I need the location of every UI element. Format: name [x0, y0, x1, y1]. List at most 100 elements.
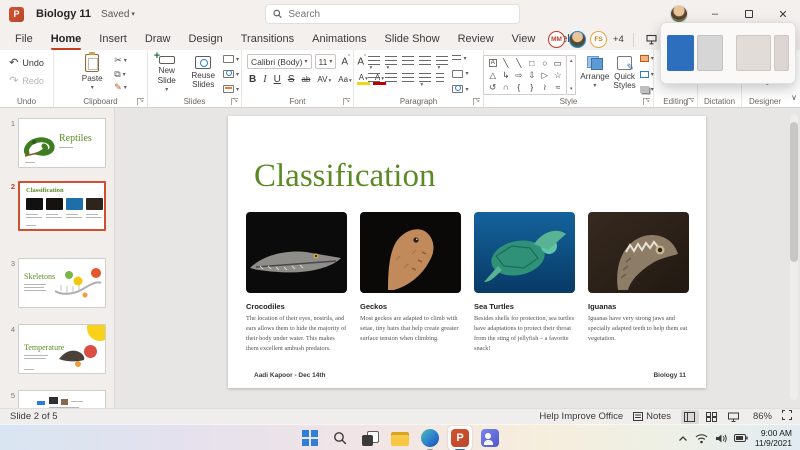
bullets-button[interactable] — [368, 56, 381, 66]
shape-outline-button[interactable] — [639, 70, 654, 78]
text-direction-button[interactable] — [452, 55, 468, 62]
undo-button[interactable]: ↶ Undo — [5, 54, 48, 71]
reset-slide-button[interactable] — [222, 70, 239, 78]
shape-glyph[interactable]: { — [517, 83, 520, 92]
slide-card-sea-turtles[interactable]: Sea Turtles Besides shells for protectio… — [474, 212, 575, 354]
shape-glyph[interactable]: ↺ — [489, 83, 496, 92]
shape-glyph[interactable]: ≀ — [543, 83, 546, 92]
collaborator-avatar[interactable] — [569, 31, 586, 48]
style-dialog-launcher[interactable] — [643, 98, 650, 105]
redo-button[interactable]: ↷ Redo — [5, 72, 48, 89]
notes-toggle[interactable]: Notes — [633, 411, 671, 422]
shape-glyph[interactable]: ☆ — [554, 71, 562, 80]
tab-animations[interactable]: Animations — [303, 28, 375, 50]
slide-card-geckos[interactable]: Geckos Most geckos are adapted to climb … — [360, 212, 461, 354]
shape-glyph[interactable]: ⇨ — [515, 71, 522, 80]
teams-button[interactable] — [478, 426, 502, 450]
shape-glyph[interactable]: ∩ — [503, 83, 509, 92]
thumbnail-card[interactable]: Reptiles — [18, 118, 106, 168]
clipboard-dialog-launcher[interactable] — [137, 98, 144, 105]
shape-glyph[interactable]: □ — [529, 59, 534, 68]
paste-button[interactable]: Paste ▾ — [74, 52, 110, 94]
shape-glyph[interactable]: ○ — [542, 59, 547, 68]
shape-glyph[interactable]: ≈ — [555, 83, 560, 92]
tab-review[interactable]: Review — [449, 28, 503, 50]
scrollbar-thumb[interactable] — [790, 122, 798, 262]
slide-title[interactable]: Classification — [228, 116, 706, 195]
slide-card-crocodiles[interactable]: Crocodiles The location of their eyes, n… — [246, 212, 347, 354]
columns-button[interactable] — [436, 73, 445, 83]
shape-glyph[interactable]: ╲ — [503, 59, 508, 68]
character-spacing-button[interactable]: AV — [315, 75, 333, 84]
smartart-button[interactable] — [452, 85, 468, 93]
shape-effects-button[interactable] — [639, 86, 654, 93]
align-right-button[interactable] — [402, 73, 415, 83]
paragraph-dialog-launcher[interactable] — [473, 98, 480, 105]
volume-button[interactable] — [715, 433, 727, 444]
cut-button[interactable]: ✂ — [114, 55, 127, 66]
format-painter-button[interactable]: ✎ — [114, 82, 127, 93]
shape-glyph[interactable]: } — [530, 83, 533, 92]
variant-swatch-blue[interactable] — [667, 35, 695, 71]
more-collaborators[interactable]: +4 — [613, 34, 624, 45]
saved-status-dropdown[interactable]: Saved ▾ — [101, 9, 135, 20]
tab-slide-show[interactable]: Slide Show — [376, 28, 449, 50]
line-spacing-button[interactable] — [436, 56, 449, 66]
font-dialog-launcher[interactable] — [343, 98, 350, 105]
shapes-gallery[interactable]: A ╲ ╲ □ ○ ▭ △ ↳ ⇨ ⇩ ▷ ☆ ↺ ∩ { } ≀ ≈ — [483, 55, 568, 95]
file-explorer-button[interactable] — [388, 426, 412, 450]
quick-styles-button[interactable]: Quick Styles — [613, 54, 636, 94]
editing-dialog-launcher[interactable] — [687, 98, 694, 105]
new-slide-button[interactable]: New Slide ▾ — [150, 50, 183, 94]
shape-glyph[interactable]: △ — [490, 71, 497, 80]
start-button[interactable] — [298, 426, 322, 450]
justify-button[interactable] — [419, 73, 432, 83]
slide-thumbnail-1[interactable]: 1 Reptiles — [4, 118, 112, 168]
normal-view-button[interactable] — [680, 409, 699, 424]
thumbnail-card[interactable]: Temperature — [18, 324, 106, 374]
arrange-button[interactable]: Arrange ▾ — [580, 54, 609, 94]
slide-thumbnail-3[interactable]: 3 Skeletons — [4, 258, 112, 308]
shape-glyph[interactable]: A — [488, 58, 497, 68]
copy-button[interactable]: ⧉ — [114, 69, 127, 80]
increase-font-size-button[interactable]: A — [339, 55, 352, 68]
shape-glyph[interactable]: ↳ — [502, 71, 509, 80]
font-size-combo[interactable]: 11 — [314, 54, 337, 69]
section-button[interactable] — [222, 85, 239, 93]
vertical-scrollbar[interactable] — [790, 114, 798, 400]
tab-insert[interactable]: Insert — [90, 28, 136, 50]
search-bar[interactable] — [265, 4, 520, 24]
variant-swatch-beige[interactable] — [736, 35, 772, 71]
tab-design[interactable]: Design — [179, 28, 231, 50]
battery-button[interactable] — [733, 434, 748, 442]
user-avatar[interactable] — [670, 5, 688, 23]
slide-sorter-view-button[interactable] — [703, 410, 721, 424]
slide-thumbnail-2[interactable]: 2 Classification — [4, 181, 112, 231]
tab-home[interactable]: Home — [42, 28, 91, 50]
tab-draw[interactable]: Draw — [136, 28, 180, 50]
change-case-button[interactable]: Aa — [336, 75, 354, 84]
slide-thumbnail-4[interactable]: 4 Temperature — [4, 324, 112, 374]
powerpoint-taskbar-button[interactable]: P — [448, 426, 472, 450]
font-name-combo[interactable]: Calibri (Body) — [247, 54, 312, 69]
slide-card-iguanas[interactable]: Iguanas Iguanas have very strong jaws an… — [588, 212, 689, 354]
search-input[interactable] — [288, 8, 512, 20]
tab-transitions[interactable]: Transitions — [232, 28, 303, 50]
thumbnail-card-selected[interactable]: Classification — [18, 181, 106, 231]
align-text-button[interactable] — [452, 69, 468, 78]
shape-glyph[interactable]: ▭ — [554, 59, 562, 68]
taskbar-clock[interactable]: 9:00 AM 11/9/2021 — [755, 428, 796, 448]
underline-button[interactable]: U — [272, 74, 283, 85]
slideshow-view-button[interactable] — [725, 410, 743, 424]
shape-glyph[interactable]: ⇩ — [528, 71, 535, 80]
align-center-button[interactable] — [385, 73, 398, 83]
variant-swatch-gray[interactable] — [697, 35, 724, 71]
reuse-slides-button[interactable]: Reuse Slides — [186, 54, 219, 94]
tab-view[interactable]: View — [503, 28, 545, 50]
strikethrough-button[interactable]: S — [286, 74, 297, 85]
italic-button[interactable]: I — [261, 74, 268, 85]
slides-dialog-launcher[interactable] — [231, 98, 238, 105]
align-left-button[interactable] — [368, 73, 381, 83]
fit-slide-button[interactable] — [782, 410, 792, 423]
tab-file[interactable]: File — [6, 28, 42, 50]
